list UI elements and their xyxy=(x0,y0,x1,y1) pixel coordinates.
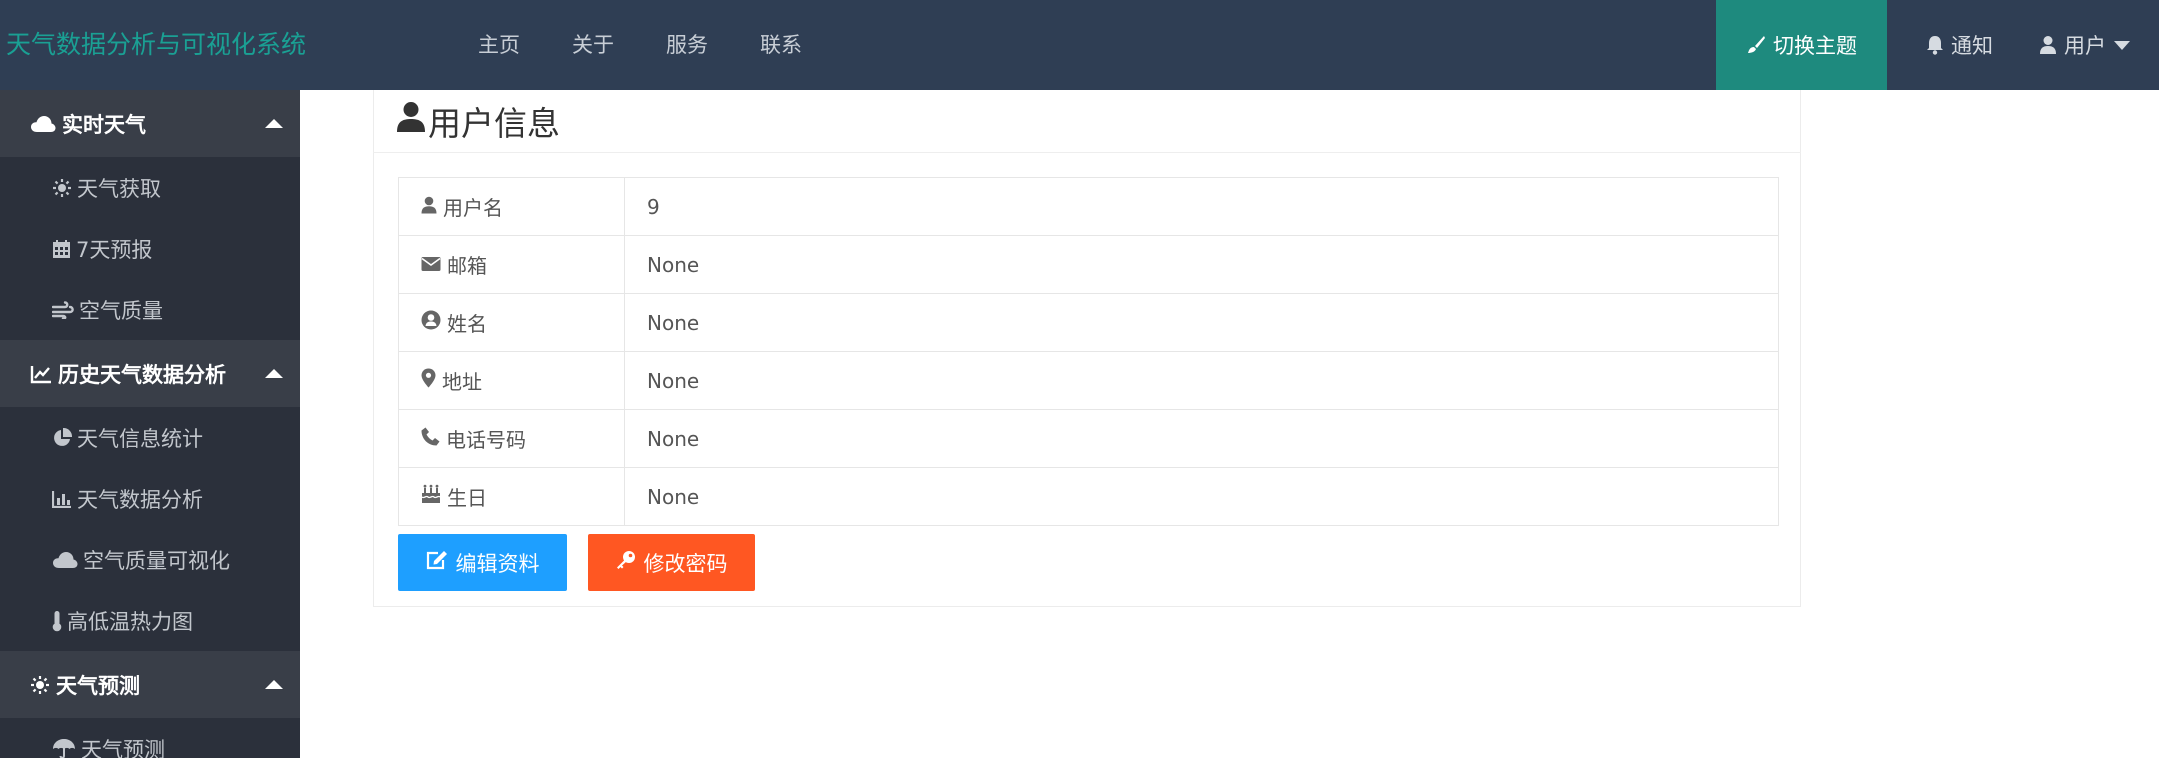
umbrella-icon xyxy=(52,738,76,758)
row-label: 生日 xyxy=(447,486,487,510)
table-row: 电话号码 None xyxy=(398,409,1779,468)
switch-theme-button[interactable]: 切换主题 xyxy=(1716,0,1887,90)
user-info-table: 用户名 9 邮箱 None 姓名 None 地址 None 电话号码 None … xyxy=(398,177,1779,526)
wind-icon xyxy=(52,300,74,319)
map-marker-icon xyxy=(421,368,436,393)
notify-label: 通知 xyxy=(1951,34,1993,58)
row-label: 邮箱 xyxy=(447,254,487,278)
row-value: None xyxy=(624,293,1779,352)
cloud-icon xyxy=(30,114,56,134)
nav-home[interactable]: 主页 xyxy=(452,0,546,90)
row-label: 用户名 xyxy=(443,196,503,220)
user-icon xyxy=(2039,35,2057,55)
row-label-cell: 姓名 xyxy=(398,293,625,352)
table-row: 用户名 9 xyxy=(398,177,1779,236)
key-icon xyxy=(616,550,636,575)
sidebar-item-label: 天气信息统计 xyxy=(77,426,203,451)
table-row: 姓名 None xyxy=(398,293,1779,352)
row-label-cell: 用户名 xyxy=(398,177,625,236)
brush-icon xyxy=(1746,35,1766,55)
sidebar-group-label: 天气预测 xyxy=(56,673,140,698)
sidebar-item-label: 空气质量 xyxy=(79,298,163,323)
row-value: None xyxy=(624,409,1779,468)
caret-down-icon xyxy=(2113,39,2131,51)
sidebar-item-label: 空气质量可视化 xyxy=(83,548,230,573)
user-menu-label: 用户 xyxy=(2064,34,2106,58)
edit-profile-button[interactable]: 编辑资料 xyxy=(398,534,567,591)
sidebar-item-label: 7天预报 xyxy=(76,237,153,262)
sidebar-item-air-quality[interactable]: 空气质量 xyxy=(0,279,300,340)
table-row: 邮箱 None xyxy=(398,235,1779,294)
sidebar-item-weather-stats[interactable]: 天气信息统计 xyxy=(0,407,300,468)
birthday-cake-icon xyxy=(421,484,441,509)
row-label-cell: 邮箱 xyxy=(398,235,625,294)
switch-theme-label: 切换主题 xyxy=(1773,34,1857,58)
sidebar-group-label: 实时天气 xyxy=(62,112,146,137)
row-label: 电话号码 xyxy=(446,428,526,452)
envelope-icon xyxy=(421,253,441,277)
sidebar-item-weather-fetch[interactable]: 天气获取 xyxy=(0,157,300,218)
sidebar-item-7day-forecast[interactable]: 7天预报 xyxy=(0,218,300,279)
sidebar-item-prediction[interactable]: 天气预测 xyxy=(0,718,300,758)
line-chart-icon xyxy=(30,364,52,384)
row-value: None xyxy=(624,351,1779,410)
sidebar-group-weather-prediction[interactable]: 天气预测 xyxy=(0,651,300,718)
edit-profile-label: 编辑资料 xyxy=(455,551,540,576)
user-menu-button[interactable]: 用户 xyxy=(2032,0,2159,90)
bar-chart-icon xyxy=(52,490,72,508)
row-label-cell: 地址 xyxy=(398,351,625,410)
sidebar-group-history-analysis[interactable]: 历史天气数据分析 xyxy=(0,340,300,407)
row-label-cell: 电话号码 xyxy=(398,409,625,468)
table-row: 生日 None xyxy=(398,467,1779,526)
app-logo-title[interactable]: 天气数据分析与可视化系统 xyxy=(6,0,306,90)
row-label: 姓名 xyxy=(447,312,487,336)
right-nav: 切换主题 通知 用户 xyxy=(1716,0,2159,90)
sidebar-group-realtime-weather[interactable]: 实时天气 xyxy=(0,90,300,157)
phone-icon xyxy=(421,427,440,451)
sidebar: 实时天气 天气获取 7天预报 空气质量 历史天气数据分析 天气信息统计 天气数据… xyxy=(0,90,300,758)
caret-up-icon xyxy=(265,119,283,128)
user-icon xyxy=(421,195,437,219)
row-value: None xyxy=(624,235,1779,294)
thermometer-icon xyxy=(52,610,62,632)
nav-services[interactable]: 服务 xyxy=(640,0,734,90)
caret-up-icon xyxy=(265,369,283,378)
change-password-label: 修改密码 xyxy=(643,551,728,576)
caret-up-icon xyxy=(265,680,283,689)
pie-chart-icon xyxy=(52,427,72,448)
sun-icon xyxy=(52,178,72,198)
user-icon xyxy=(396,101,426,141)
row-label-cell: 生日 xyxy=(398,467,625,526)
edit-icon xyxy=(426,550,448,575)
calendar-icon xyxy=(52,239,71,259)
user-circle-icon xyxy=(421,310,441,335)
top-header: 天气数据分析与可视化系统 主页 关于 服务 联系 切换主题 通知 用户 xyxy=(0,0,2159,90)
notify-button[interactable]: 通知 xyxy=(1887,0,2032,90)
cloud-icon xyxy=(52,550,78,570)
sun-icon xyxy=(30,675,50,695)
page-title-text: 用户信息 xyxy=(428,104,560,143)
sidebar-item-label: 天气预测 xyxy=(81,737,165,758)
bell-icon xyxy=(1926,35,1944,55)
sidebar-item-air-quality-visual[interactable]: 空气质量可视化 xyxy=(0,529,300,590)
top-nav: 主页 关于 服务 联系 xyxy=(452,0,828,90)
title-divider xyxy=(373,152,1801,153)
row-label: 地址 xyxy=(442,370,482,394)
sidebar-item-temperature-heatmap[interactable]: 高低温热力图 xyxy=(0,590,300,651)
nav-contact[interactable]: 联系 xyxy=(734,0,828,90)
sidebar-group-label: 历史天气数据分析 xyxy=(58,362,226,387)
sidebar-item-weather-analysis[interactable]: 天气数据分析 xyxy=(0,468,300,529)
nav-about[interactable]: 关于 xyxy=(546,0,640,90)
sidebar-item-label: 天气获取 xyxy=(77,176,161,201)
sidebar-item-label: 高低温热力图 xyxy=(67,609,193,634)
row-value: 9 xyxy=(624,177,1779,236)
row-value: None xyxy=(624,467,1779,526)
table-row: 地址 None xyxy=(398,351,1779,410)
sidebar-item-label: 天气数据分析 xyxy=(77,487,203,512)
change-password-button[interactable]: 修改密码 xyxy=(588,534,755,591)
page-title: 用户信息 xyxy=(396,96,560,146)
